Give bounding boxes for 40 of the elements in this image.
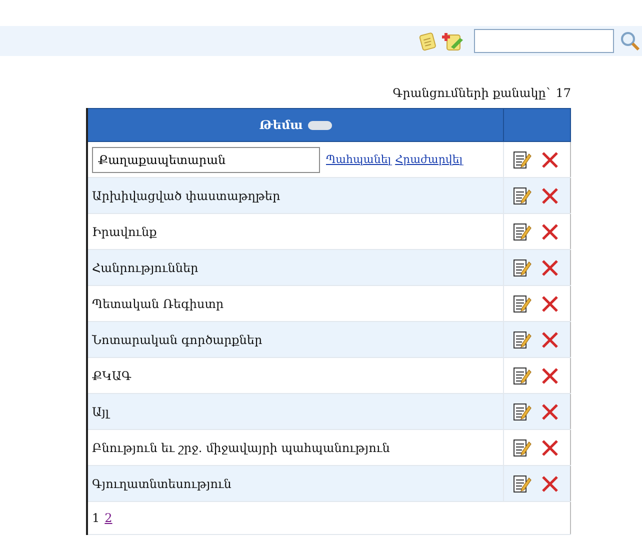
edit-icon[interactable]	[512, 402, 532, 422]
page-link[interactable]: 2	[104, 511, 112, 525]
topic-input[interactable]: Քաղաքապետարան	[92, 146, 320, 172]
edit-icon[interactable]	[512, 330, 532, 350]
delete-icon[interactable]	[540, 366, 560, 386]
topic-label: Հանրություններ	[92, 260, 198, 274]
edit-icon[interactable]	[512, 474, 532, 494]
topic-label: Իրավունք	[92, 224, 157, 238]
save-link[interactable]: Պահպանել	[326, 153, 392, 166]
sort-icon[interactable]	[308, 121, 332, 130]
edit-icon[interactable]	[512, 150, 532, 170]
cancel-link[interactable]: Հրաժարվել	[395, 153, 463, 166]
edit-icon[interactable]	[512, 186, 532, 206]
edit-icon[interactable]	[512, 258, 532, 278]
search-icon[interactable]	[620, 31, 640, 51]
delete-icon[interactable]	[540, 150, 560, 170]
delete-icon[interactable]	[540, 474, 560, 494]
topic-label: Այլ	[92, 404, 110, 418]
edit-icon[interactable]	[512, 438, 532, 458]
add-note-icon[interactable]	[442, 31, 464, 51]
delete-icon[interactable]	[540, 438, 560, 458]
delete-icon[interactable]	[540, 402, 560, 422]
delete-icon[interactable]	[540, 222, 560, 242]
topic-label: Պետական Ռեգիստր	[92, 296, 224, 310]
delete-icon[interactable]	[540, 330, 560, 350]
topic-label: Նոտարական գործարքներ	[92, 332, 262, 346]
topic-label: Բնություն եւ շրջ. միջավայրի պահպանություն	[92, 440, 390, 454]
page-number: 1	[92, 511, 100, 525]
delete-icon[interactable]	[540, 294, 560, 314]
edit-icon[interactable]	[512, 294, 532, 314]
column-header[interactable]: Թեմա	[259, 118, 303, 132]
topic-label: ՔԿԱԳ	[92, 368, 132, 382]
topic-label: Գյուղատնտեսություն	[92, 476, 232, 490]
edit-icon[interactable]	[512, 222, 532, 242]
topic-label: Արխիվացված փաստաթղթեր	[92, 188, 280, 202]
delete-icon[interactable]	[540, 186, 560, 206]
edit-icon[interactable]	[512, 366, 532, 386]
delete-icon[interactable]	[540, 258, 560, 278]
search-field[interactable]	[474, 29, 614, 53]
record-count: Գրանցումների քանակը` 17	[392, 86, 571, 100]
